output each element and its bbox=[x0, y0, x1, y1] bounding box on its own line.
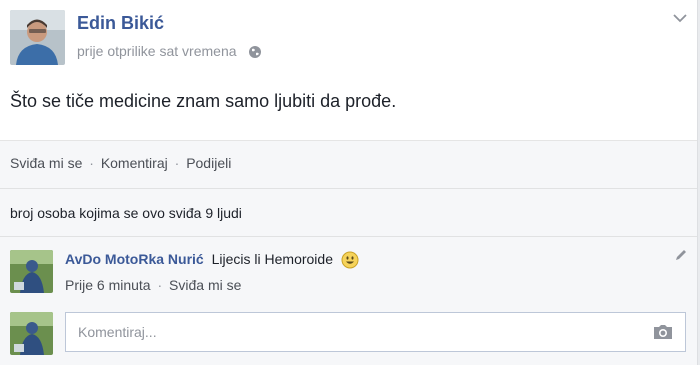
author-avatar[interactable] bbox=[10, 10, 65, 65]
comment-text: Lijecis li Hemoroide bbox=[211, 251, 333, 267]
post-text: Što se tiče medicine znam samo ljubiti d… bbox=[10, 91, 397, 111]
comment-body: AvDo MotoRka Nurić Lijecis li Hemoroide bbox=[65, 251, 359, 272]
comment-like-button[interactable]: Sviđa mi se bbox=[169, 277, 241, 293]
post-timestamp[interactable]: prije otprilike sat vremena bbox=[77, 43, 237, 59]
smiley-icon bbox=[341, 251, 359, 272]
share-button[interactable]: Podijeli bbox=[186, 155, 231, 171]
globe-icon[interactable] bbox=[248, 45, 262, 62]
separator: · bbox=[157, 277, 163, 293]
camera-icon[interactable] bbox=[652, 323, 674, 346]
chevron-down-icon[interactable] bbox=[672, 11, 688, 29]
commenter-avatar[interactable] bbox=[10, 250, 53, 293]
comment-button[interactable]: Komentiraj bbox=[101, 155, 168, 171]
current-user-avatar[interactable] bbox=[10, 312, 53, 355]
separator: · bbox=[89, 155, 94, 171]
divider bbox=[0, 140, 697, 141]
comment-timestamp[interactable]: Prije 6 minuta bbox=[65, 277, 151, 293]
commenter-name[interactable]: AvDo MotoRka Nurić bbox=[65, 251, 204, 267]
post-actions: Sviđa mi se · Komentiraj · Podijeli bbox=[10, 155, 231, 171]
author-name[interactable]: Edin Bikić bbox=[77, 13, 164, 34]
divider bbox=[0, 236, 697, 237]
comment-input[interactable] bbox=[76, 323, 640, 341]
separator: · bbox=[174, 155, 180, 171]
like-button[interactable]: Sviđa mi se bbox=[10, 155, 82, 171]
likes-summary[interactable]: broj osoba kojima se ovo sviđa 9 ljudi bbox=[10, 205, 242, 221]
pencil-icon[interactable] bbox=[674, 248, 688, 267]
post-meta: prije otprilike sat vremena bbox=[77, 43, 262, 62]
divider bbox=[0, 188, 697, 189]
comment-input-box[interactable] bbox=[65, 312, 686, 352]
post-card: Edin Bikić prije otprilike sat vremena Š… bbox=[0, 0, 698, 365]
comment-meta: Prije 6 minuta · Sviđa mi se bbox=[65, 277, 241, 293]
